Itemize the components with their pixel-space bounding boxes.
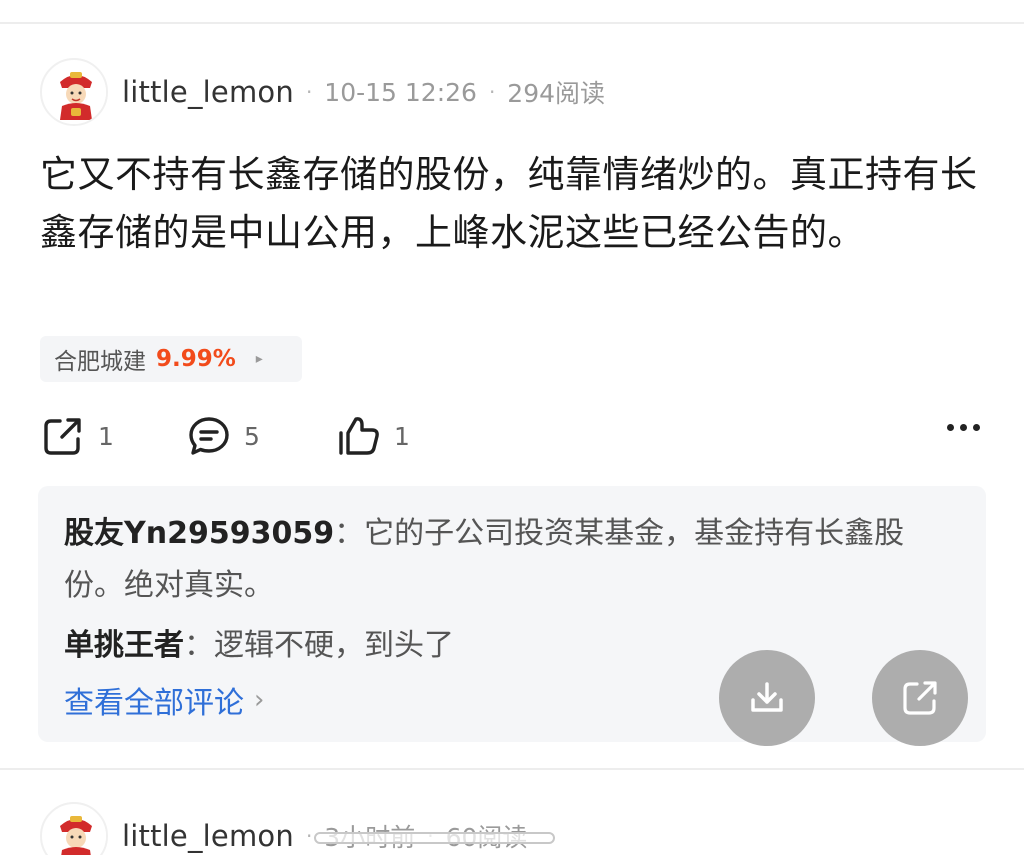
meta-separator: · [488, 80, 496, 104]
share-icon [44, 418, 81, 455]
post-header: little_lemon · 10-15 12:26 · 294阅读 [40, 56, 605, 128]
meta-separator: · [305, 80, 313, 104]
external-share-button[interactable] [872, 650, 968, 746]
comment-separator: ： [184, 628, 214, 663]
comment-separator: ： [334, 516, 365, 551]
comment-item[interactable]: 单挑王者：逻辑不硬，到头了 [64, 620, 960, 672]
action-bar: 1 5 1 [40, 410, 984, 462]
download-icon [751, 682, 783, 712]
read-count: 294阅读 [507, 79, 606, 108]
stock-change: 9.99% [156, 346, 236, 372]
comments-preview: 股友Yn29593059：它的子公司投资某基金，基金持有长鑫股份。绝对真实。 单… [38, 486, 986, 742]
post-body[interactable]: 它又不持有长鑫存储的股份，纯靠情绪炒的。真正持有长鑫存储的是中山公用，上峰水泥这… [40, 146, 980, 262]
avatar-image [43, 61, 106, 124]
chevron-right-icon: ▸ [255, 351, 263, 367]
avatar-image [43, 805, 106, 855]
post-meta: little_lemon · 3小时前 · 60阅读 [122, 818, 556, 854]
avatar[interactable] [40, 802, 108, 855]
share-button[interactable]: 1 [40, 410, 114, 462]
post-time: 3小时前 [314, 818, 556, 854]
more-icon[interactable] [947, 424, 980, 431]
top-divider [0, 0, 1024, 24]
like-button[interactable]: 1 [336, 410, 410, 462]
comment-icon [189, 417, 229, 455]
next-post-header: little_lemon · 3小时前 · 60阅读 [40, 800, 556, 855]
view-all-comments-link[interactable]: 查看全部评论 › [64, 678, 960, 722]
stock-tag[interactable]: 合肥城建 9.99% ▸ [40, 336, 302, 382]
like-count: 1 [394, 421, 410, 451]
obscured-overlay [314, 832, 556, 844]
view-all-label: 查看全部评论 [64, 686, 244, 721]
external-share-icon [903, 681, 937, 715]
stock-name: 合肥城建 [54, 349, 146, 375]
meta-separator: · [305, 824, 313, 848]
comment-author[interactable]: 单挑王者 [64, 628, 184, 663]
comment-button[interactable]: 5 [186, 410, 260, 462]
comment-count: 5 [244, 421, 260, 451]
post-time: 10-15 12:26 [324, 77, 477, 107]
thumbs-up-icon [339, 417, 379, 455]
comment-text: 逻辑不硬，到头了 [214, 628, 454, 663]
download-button[interactable] [719, 650, 815, 746]
username[interactable]: little_lemon [122, 819, 294, 853]
username[interactable]: little_lemon [122, 75, 294, 109]
chevron-right-icon: › [254, 685, 265, 715]
comment-item[interactable]: 股友Yn29593059：它的子公司投资某基金，基金持有长鑫股份。绝对真实。 [64, 508, 960, 612]
post-meta: little_lemon · 10-15 12:26 · 294阅读 [122, 74, 605, 110]
share-count: 1 [98, 421, 114, 451]
section-divider [0, 768, 1024, 770]
avatar[interactable] [40, 58, 108, 126]
comment-author[interactable]: 股友Yn29593059 [64, 516, 334, 551]
